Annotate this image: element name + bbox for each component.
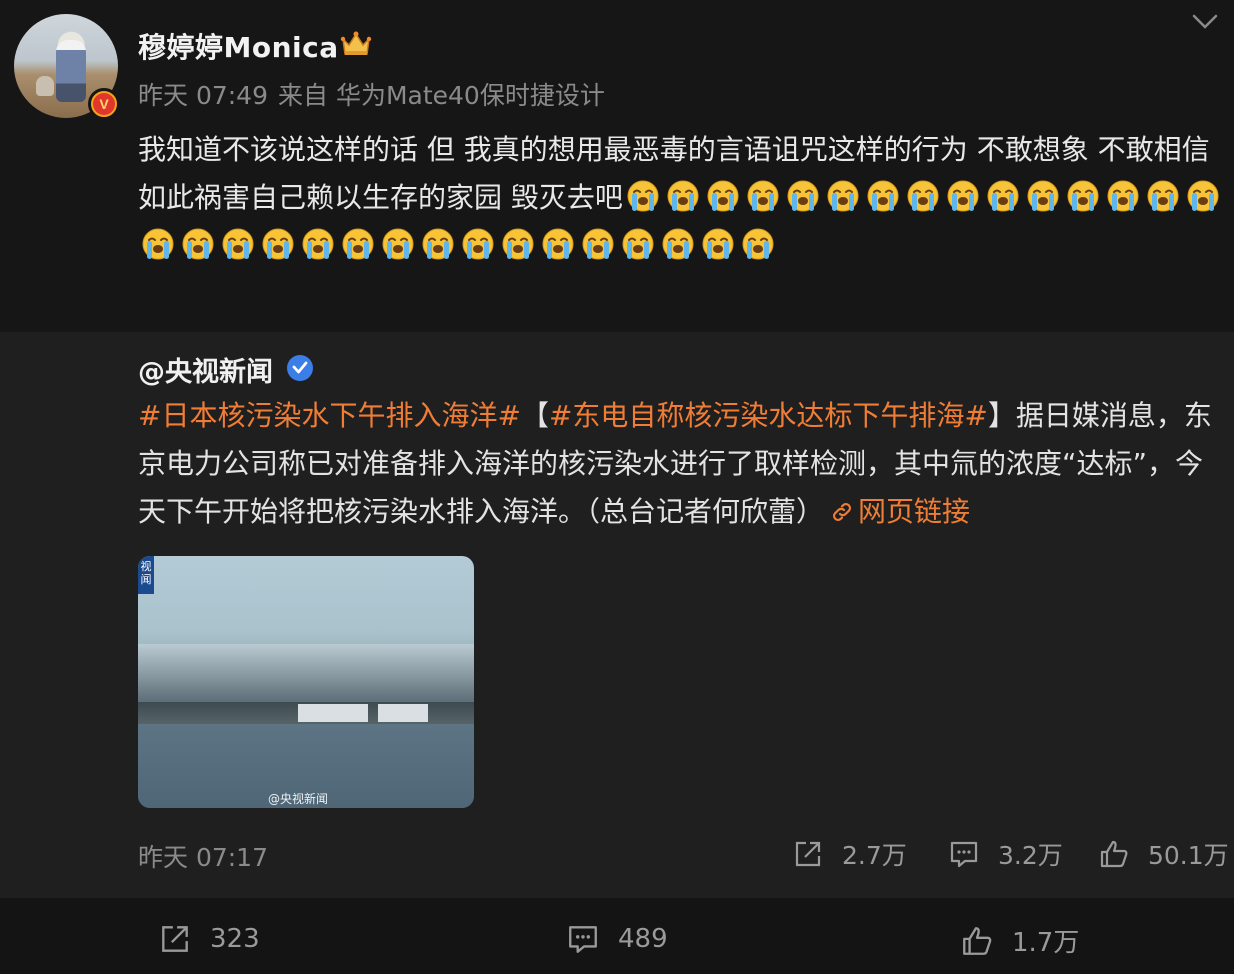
bracket-open: 【: [520, 399, 549, 432]
avatar-dog: [36, 76, 54, 96]
crying-face-icon: [382, 228, 414, 260]
comment-icon: [569, 926, 597, 953]
web-link[interactable]: 网页链接: [824, 495, 970, 528]
topic-link-1[interactable]: #日本核污染水下午排入海洋#: [138, 399, 521, 432]
crying-face-icon: [582, 228, 614, 260]
repost-comment-count: 3.2万: [998, 841, 1063, 870]
crying-face-icon: [867, 180, 899, 212]
crying-face-icon: [787, 180, 819, 212]
crying-face-icon: [1067, 180, 1099, 212]
crown-icon: [340, 31, 372, 55]
verified-blue-icon: [287, 355, 313, 381]
crying-face-icon: [462, 228, 494, 260]
web-link-label: 网页链接: [858, 495, 971, 528]
crying-face-icon: [707, 180, 739, 212]
crying-face-icon: [342, 228, 374, 260]
bracket-close: 】: [987, 399, 1016, 432]
username[interactable]: 穆婷婷Monica: [138, 26, 339, 66]
repost-comment-button[interactable]: 3.2万: [948, 836, 1063, 872]
topic-link-2[interactable]: #东电自称核污染水达标下午排海#: [549, 399, 988, 432]
crying-face-icon: [422, 228, 454, 260]
comment-icon: [950, 841, 978, 868]
crying-face-icon: [542, 228, 574, 260]
crying-face-icon: [502, 228, 534, 260]
post-source: 来自 华为Mate40保时捷设计: [278, 81, 605, 110]
comment-button[interactable]: 489: [566, 922, 668, 956]
image-tag: 视闻: [138, 556, 154, 594]
crying-face-icon: [1027, 180, 1059, 212]
image-plant: [298, 704, 368, 722]
repost-image[interactable]: 视闻 @央视新闻: [138, 556, 474, 808]
repost-text: #日本核污染水下午排入海洋#【#东电自称核污染水达标下午排海#】据日媒消息，东京…: [138, 392, 1223, 536]
crying-face-icon: [627, 180, 659, 212]
verified-orange-badge-icon: V: [88, 88, 120, 120]
share-icon: [795, 841, 821, 867]
crying-face-icon: [987, 180, 1019, 212]
image-clouds: [138, 644, 474, 704]
link-icon: [833, 503, 851, 521]
repost-share-button[interactable]: 2.7万: [792, 836, 907, 872]
thumbs-up-icon: [963, 926, 992, 955]
badge-letter: V: [93, 93, 115, 115]
crying-face-icon: [302, 228, 334, 260]
crying-face-icon: [1107, 180, 1139, 212]
avatar-person: [56, 40, 86, 102]
like-count: 1.7万: [1012, 928, 1080, 958]
repost-time[interactable]: 昨天 07:17: [138, 838, 268, 874]
share-button[interactable]: 323: [158, 922, 260, 956]
repost-share-count: 2.7万: [842, 841, 907, 870]
crying-face-icon: [1187, 180, 1219, 212]
thumbs-up-icon: [1100, 840, 1128, 868]
crying-face-icon: [702, 228, 734, 260]
share-icon: [162, 926, 188, 952]
crying-face-icon: [182, 228, 214, 260]
repost-like-button[interactable]: 50.1万: [1098, 836, 1229, 872]
post-meta: 昨天 07:49 来自 华为Mate40保时捷设计: [138, 76, 605, 112]
crying-face-icon: [742, 228, 774, 260]
crying-face-icon: [142, 228, 174, 260]
like-button[interactable]: 1.7万: [960, 922, 1079, 959]
reposted-weibo[interactable]: @央视新闻 #日本核污染水下午排入海洋#【#东电自称核污染水达标下午排海#】据日…: [0, 332, 1234, 898]
weibo-post: V 穆婷婷Monica 昨天 07:49 来自 华为Mate40保时捷设计 我知道…: [0, 0, 1234, 332]
crying-face-icon: [947, 180, 979, 212]
crying-face-icon: [747, 180, 779, 212]
crying-face-icon: [827, 180, 859, 212]
post-content: 我知道不该说这样的话 但 我真的想用最恶毒的言语诅咒这样的行为 不敢想象 不敢相…: [138, 126, 1228, 270]
crying-face-icon: [222, 228, 254, 260]
crying-face-icon: [1147, 180, 1179, 212]
crying-face-icon: [622, 228, 654, 260]
repost-author[interactable]: @央视新闻: [138, 350, 273, 389]
repost-like-count: 50.1万: [1148, 841, 1229, 870]
image-watermark: @央视新闻: [268, 792, 329, 806]
crying-face-icon: [907, 180, 939, 212]
share-count: 323: [210, 924, 260, 954]
crying-face-icon: [662, 228, 694, 260]
post-time[interactable]: 昨天 07:49: [138, 81, 268, 110]
image-plant: [378, 704, 428, 722]
post-action-bar: 323 489 1.7万: [0, 898, 1234, 974]
crying-face-icon: [667, 180, 699, 212]
chevron-down-icon[interactable]: [1190, 10, 1220, 34]
comment-count: 489: [618, 924, 668, 954]
crying-face-icon: [262, 228, 294, 260]
